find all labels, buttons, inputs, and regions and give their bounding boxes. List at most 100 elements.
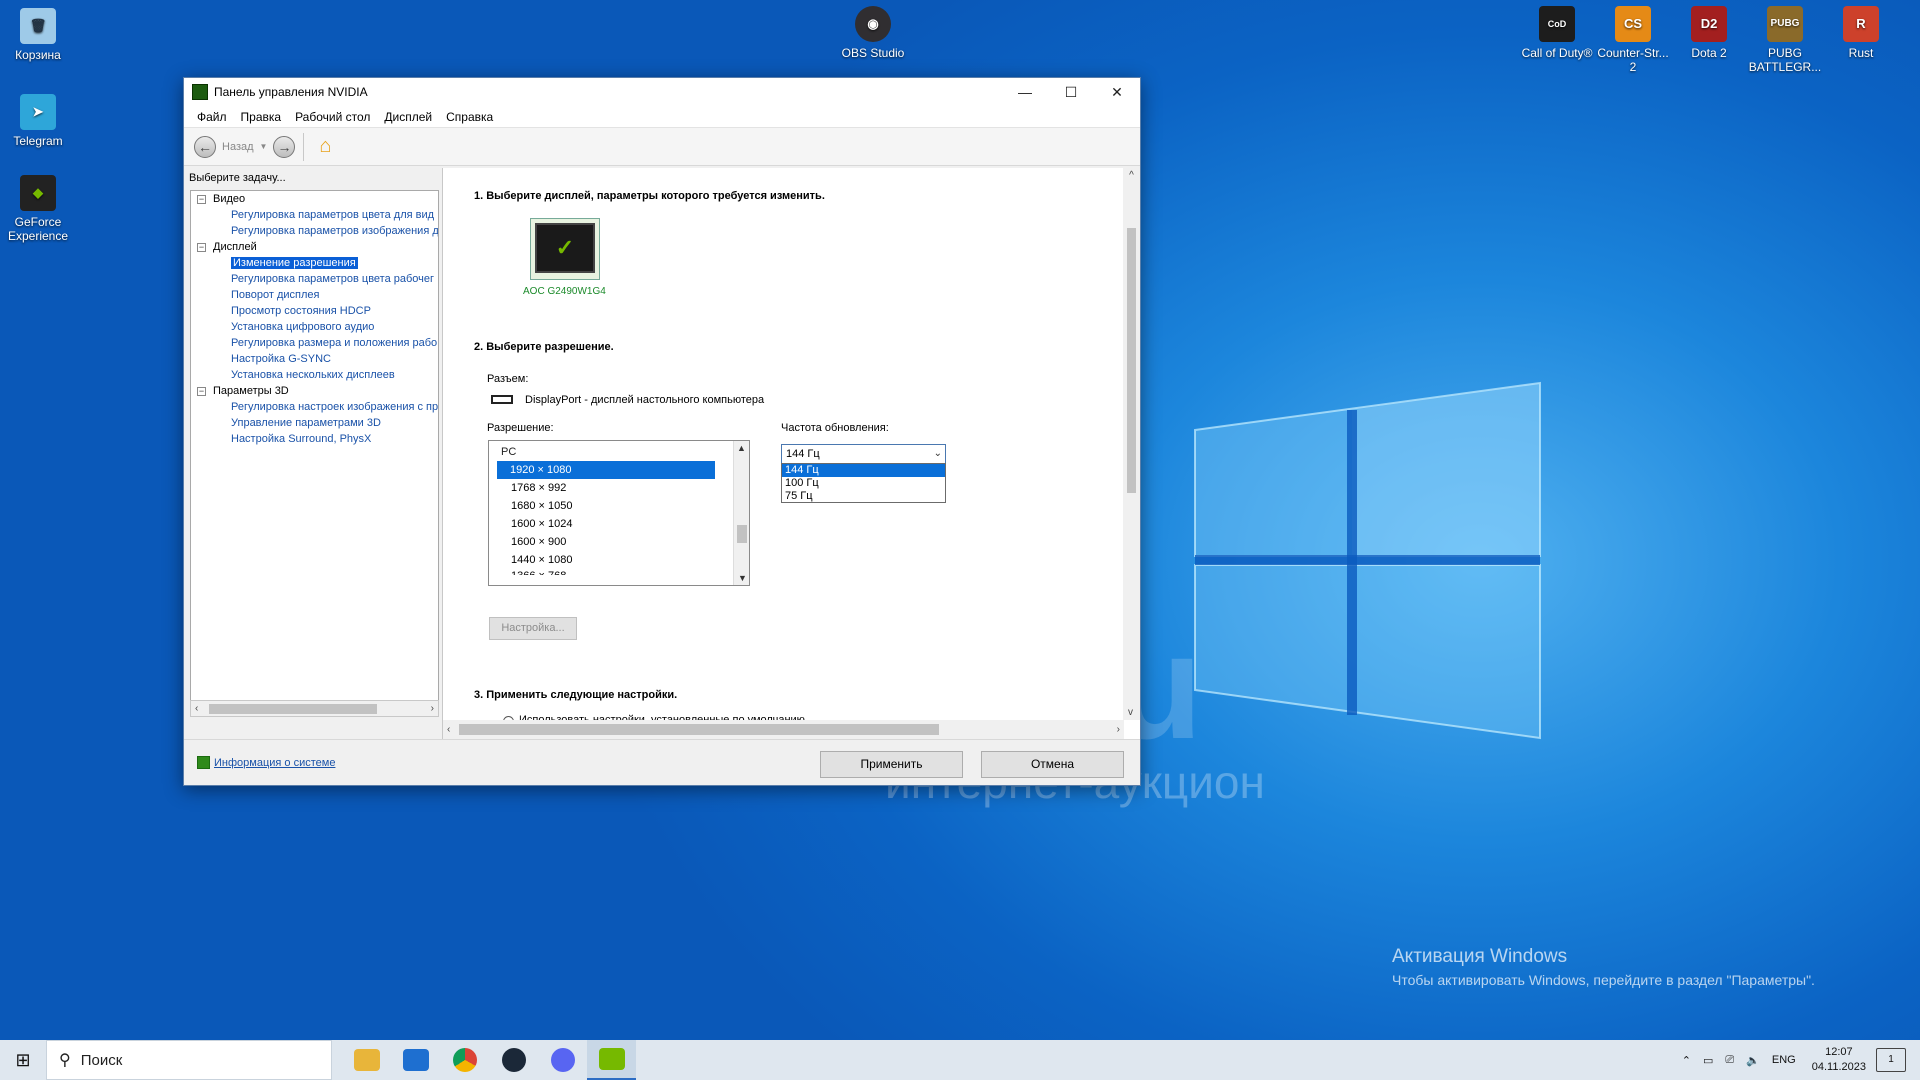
taskbar-chrome[interactable] (440, 1040, 489, 1080)
refresh-option-selected[interactable]: 144 Гц (782, 464, 945, 477)
collapse-icon[interactable]: − (197, 243, 206, 252)
tree-item-change-resolution[interactable]: Изменение разрешения (191, 255, 438, 271)
scroll-right-icon[interactable]: › (1117, 724, 1120, 735)
task-pane-hscrollbar[interactable]: ‹ › (190, 700, 439, 717)
taskbar-mail[interactable] (391, 1040, 440, 1080)
resolution-item[interactable]: 1768 × 992 (489, 479, 749, 497)
scroll-right-icon[interactable]: › (431, 703, 434, 714)
scroll-up-icon[interactable]: ▲ (734, 443, 749, 453)
menu-display[interactable]: Дисплей (377, 110, 439, 124)
tree-category-display[interactable]: − Дисплей (191, 239, 438, 255)
scroll-up-icon[interactable]: ^ (1123, 170, 1140, 181)
back-label[interactable]: Назад (222, 141, 254, 153)
tree-item[interactable]: Регулировка размера и положения рабо (191, 335, 438, 351)
tree-item[interactable]: Настройка G-SYNC (191, 351, 438, 367)
system-info-link[interactable]: Информация о системе (197, 756, 335, 769)
cs2-icon: CS (1615, 6, 1651, 42)
tree-item[interactable]: Настройка Surround, PhysX (191, 431, 438, 447)
notification-center-icon[interactable]: 1 (1876, 1048, 1906, 1072)
scroll-thumb[interactable] (1127, 228, 1136, 493)
desktop-icon-telegram[interactable]: ➤ Telegram (0, 94, 76, 148)
tree-item[interactable]: Регулировка параметров цвета рабочег (191, 271, 438, 287)
resolution-item[interactable]: 1680 × 1050 (489, 497, 749, 515)
scroll-left-icon[interactable]: ‹ (447, 724, 450, 735)
scroll-thumb[interactable] (459, 724, 939, 735)
search-input[interactable]: ⚲ Поиск (46, 1040, 332, 1080)
tree-item[interactable]: Управление параметрами 3D (191, 415, 438, 431)
refresh-option[interactable]: 100 Гц (782, 477, 945, 490)
maximize-button[interactable]: ☐ (1048, 78, 1094, 106)
desktop-icon-geforce[interactable]: ◆ GeForce Experience (0, 175, 76, 243)
apply-button[interactable]: Применить (820, 751, 963, 778)
window-titlebar[interactable]: Панель управления NVIDIA — ☐ ✕ (184, 78, 1140, 106)
desktop-icon-call-of-duty[interactable]: CoD Call of Duty® (1519, 6, 1595, 60)
tree-item[interactable]: Регулировка параметров изображения д (191, 223, 438, 239)
monitor-tile[interactable]: ✓ (530, 218, 600, 280)
taskbar-explorer[interactable] (342, 1040, 391, 1080)
device-icon[interactable]: ▭ (1703, 1054, 1713, 1067)
menu-edit[interactable]: Правка (234, 110, 289, 124)
resolution-list-scrollbar[interactable]: ▲ ▼ (733, 441, 749, 585)
tree-item[interactable]: Установка нескольких дисплеев (191, 367, 438, 383)
scroll-thumb[interactable] (737, 525, 747, 543)
tree-item[interactable]: Поворот дисплея (191, 287, 438, 303)
scroll-down-icon[interactable]: v (1128, 707, 1133, 718)
tree-item[interactable]: Установка цифрового аудио (191, 319, 438, 335)
settings-vscrollbar[interactable]: ^ v (1123, 168, 1140, 720)
windows-start-icon[interactable]: ⊞ (0, 1040, 46, 1080)
step2-heading: 2. Выберите разрешение. (474, 341, 614, 353)
resolution-item-selected[interactable]: 1920 × 1080 (497, 461, 715, 479)
forward-arrow-icon[interactable]: → (273, 135, 296, 158)
desktop-icon-pubg[interactable]: PUBG PUBG BATTLEGR... (1747, 6, 1823, 74)
resolution-item[interactable]: 1600 × 1024 (489, 515, 749, 533)
resolution-item[interactable]: 1366 × 768 (489, 569, 749, 575)
cancel-button[interactable]: Отмена (981, 751, 1124, 778)
taskbar-steam[interactable] (489, 1040, 538, 1080)
resolution-list[interactable]: PC 1920 × 1080 1768 × 992 1680 × 1050 16… (488, 440, 750, 586)
back-dropdown-icon[interactable]: ▼ (260, 142, 268, 151)
scroll-left-icon[interactable]: ‹ (195, 703, 198, 714)
show-hidden-icons-icon[interactable]: ⌃ (1682, 1054, 1691, 1067)
nvidia-logo-icon: ✓ (535, 223, 595, 273)
network-icon[interactable]: ⎚ (1725, 1054, 1734, 1067)
desktop-icon-obs[interactable]: ◉ OBS Studio (835, 6, 911, 60)
resolution-item[interactable]: 1440 × 1080 (489, 551, 749, 569)
info-icon (197, 756, 210, 769)
desktop-icon-rust[interactable]: R Rust (1823, 6, 1899, 60)
resolution-item[interactable]: 1600 × 900 (489, 533, 749, 551)
tree-category-3d[interactable]: − Параметры 3D (191, 383, 438, 399)
geforce-icon: ◆ (20, 175, 56, 211)
chevron-down-icon[interactable]: ⌄ (934, 445, 942, 463)
minimize-button[interactable]: — (1002, 78, 1048, 106)
desktop-icon-cs2[interactable]: CS Counter-Str... 2 (1595, 6, 1671, 74)
desktop-icon-dota2[interactable]: D2 Dota 2 (1671, 6, 1747, 60)
scroll-down-icon[interactable]: ▼ (738, 573, 747, 583)
back-arrow-icon[interactable]: ← (194, 135, 216, 158)
mail-icon (402, 1049, 429, 1071)
menu-desktop[interactable]: Рабочий стол (288, 110, 377, 124)
desktop-icon-recycle-bin[interactable]: 🗑 Корзина (0, 8, 76, 62)
tree-item[interactable]: Просмотр состояния HDCP (191, 303, 438, 319)
scroll-thumb[interactable] (209, 704, 377, 714)
connector-value: DisplayPort - дисплей настольного компью… (525, 394, 765, 406)
close-button[interactable]: ✕ (1094, 78, 1140, 106)
taskbar-discord[interactable] (538, 1040, 587, 1080)
tree-item[interactable]: Регулировка параметров цвета для вид (191, 207, 438, 223)
settings-hscrollbar[interactable]: ‹ › (443, 720, 1124, 739)
taskbar-nvidia[interactable] (587, 1040, 636, 1080)
refresh-rate-dropdown[interactable]: 144 Гц ⌄ (781, 444, 946, 464)
menu-help[interactable]: Справка (439, 110, 500, 124)
nvidia-control-panel-window: Панель управления NVIDIA — ☐ ✕ Файл Прав… (183, 77, 1141, 786)
menu-file[interactable]: Файл (190, 110, 234, 124)
collapse-icon[interactable]: − (197, 195, 206, 204)
collapse-icon[interactable]: − (197, 387, 206, 396)
refresh-option[interactable]: 75 Гц (782, 490, 945, 503)
customize-button[interactable]: Настройка... (489, 617, 577, 640)
tree-category-video[interactable]: − Видео (191, 191, 438, 207)
tree-item[interactable]: Регулировка настроек изображения с пр (191, 399, 438, 415)
refresh-rate-options: 144 Гц 100 Гц 75 Гц (781, 463, 946, 503)
home-icon[interactable]: ⌂ (312, 134, 338, 160)
language-indicator[interactable]: ENG (1772, 1054, 1796, 1066)
volume-icon[interactable]: 🔈 (1746, 1054, 1760, 1067)
clock[interactable]: 12:07 04.11.2023 (1812, 1045, 1866, 1075)
